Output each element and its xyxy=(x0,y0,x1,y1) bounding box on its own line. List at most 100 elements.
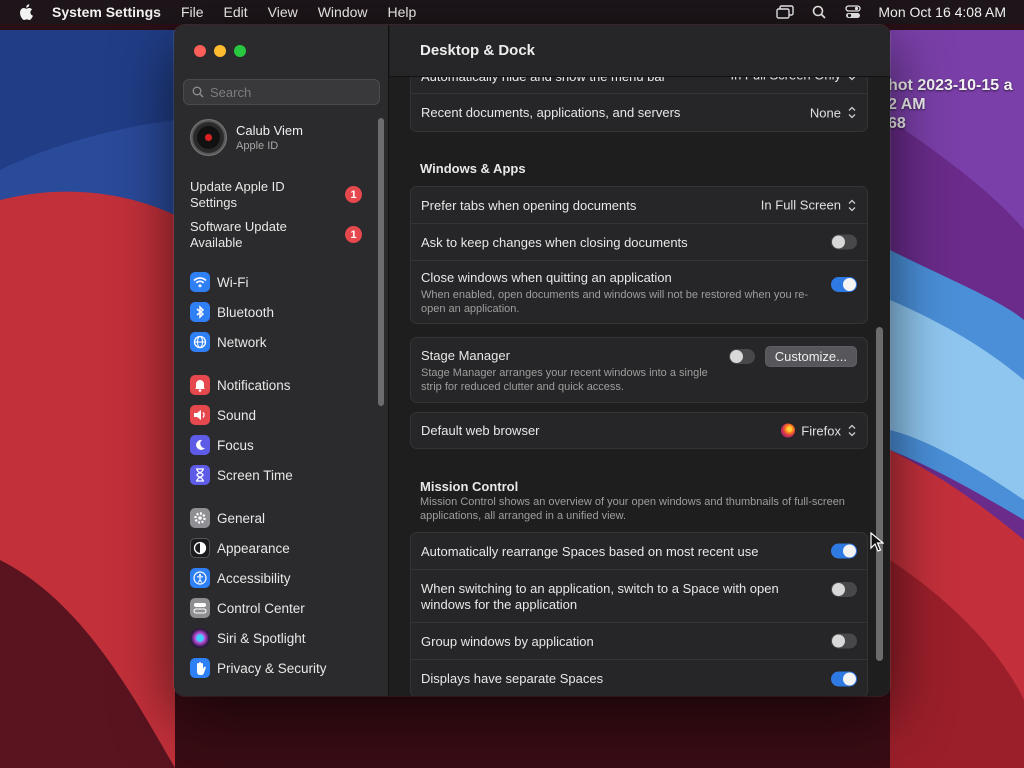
stage-manager-group: Stage Manager Stage Manager arranges you… xyxy=(410,337,868,403)
sidebar-item-bluetooth[interactable]: Bluetooth xyxy=(190,300,375,324)
bell-icon xyxy=(190,375,210,395)
sidebar-item-siri-spotlight[interactable]: Siri & Spotlight xyxy=(190,626,375,650)
stage-manager-toggle[interactable] xyxy=(728,349,755,364)
setting-row-close-windows[interactable]: Close windows when quitting an applicati… xyxy=(411,261,867,323)
windows-apps-group: Prefer tabs when opening documents In Fu… xyxy=(410,186,868,324)
separate-spaces-toggle[interactable] xyxy=(831,671,857,686)
search-input[interactable] xyxy=(210,84,370,100)
sidebar-item-focus[interactable]: Focus xyxy=(190,433,375,457)
menu-file[interactable]: File xyxy=(171,0,214,24)
menu-view[interactable]: View xyxy=(258,0,308,24)
ask-keep-changes-toggle[interactable] xyxy=(831,234,857,250)
sidebar-item-label: Bluetooth xyxy=(217,304,275,320)
mission-control-description: Mission Control shows an overview of you… xyxy=(420,496,845,522)
gear-icon xyxy=(190,508,210,528)
mission-control-group: Automatically rearrange Spaces based on … xyxy=(410,532,868,696)
popup-value: None xyxy=(809,105,841,120)
desktop-file-label[interactable]: hot 2023-10-15 a 2 AM 68 xyxy=(886,76,1024,136)
avatar xyxy=(190,119,227,156)
notification-badge: 1 xyxy=(345,186,362,203)
menu-app-name[interactable]: System Settings xyxy=(52,0,171,24)
sidebar-item-privacy-security[interactable]: Privacy & Security xyxy=(190,656,375,680)
menu-window[interactable]: Window xyxy=(308,0,378,24)
sidebar-item-notifications[interactable]: Notifications xyxy=(190,373,375,397)
zoom-window-button[interactable] xyxy=(234,45,246,57)
close-windows-toggle[interactable] xyxy=(831,277,857,292)
setting-row-default-browser[interactable]: Default web browser Firefox xyxy=(411,413,867,448)
screen-mirroring-icon[interactable] xyxy=(768,0,802,24)
control-center-icon xyxy=(190,598,210,618)
apple-id-account[interactable]: Calub Viem Apple ID xyxy=(190,119,303,156)
switch-space-toggle[interactable] xyxy=(831,582,857,597)
setting-label: Displays have separate Spaces xyxy=(421,671,604,686)
search-icon xyxy=(192,86,204,98)
window-controls xyxy=(194,45,246,57)
desktop-file-line3: 68 xyxy=(888,115,906,132)
spotlight-search-icon[interactable] xyxy=(802,0,836,24)
customize-button[interactable]: Customize... xyxy=(764,346,857,367)
setting-row-stage-manager[interactable]: Stage Manager Stage Manager arranges you… xyxy=(411,338,867,402)
software-update-notice[interactable]: Software Update Available 1 xyxy=(190,219,370,251)
sidebar-scrollbar[interactable] xyxy=(378,118,384,406)
settings-content: Desktop & Dock Automatically hide and sh… xyxy=(390,25,890,696)
setting-row-switch-space[interactable]: When switching to an application, switch… xyxy=(411,570,867,623)
sidebar-item-label: Control Center xyxy=(217,600,305,616)
popup-default-browser[interactable]: Firefox xyxy=(781,423,857,438)
sidebar-item-label: Privacy & Security xyxy=(217,660,327,676)
section-title-windows-apps: Windows & Apps xyxy=(420,161,526,176)
sidebar-item-network[interactable]: Network xyxy=(190,330,375,354)
mouse-cursor-icon xyxy=(870,531,885,557)
group-windows-toggle[interactable] xyxy=(831,633,857,649)
popup-prefer-tabs[interactable]: In Full Screen xyxy=(761,198,857,213)
popup-value: In Full Screen xyxy=(760,197,841,213)
update-apple-id-notice[interactable]: Update Apple ID Settings 1 xyxy=(190,179,370,211)
page-title: Desktop & Dock xyxy=(390,25,890,77)
sidebar-item-screen-time[interactable]: Screen Time xyxy=(190,463,375,487)
apple-menu-icon[interactable] xyxy=(0,4,52,20)
control-center-menu-icon[interactable] xyxy=(836,0,870,24)
menu-clock[interactable]: Mon Oct 16 4:08 AM xyxy=(870,4,1024,20)
menu-edit[interactable]: Edit xyxy=(214,0,258,24)
popup-recent-items[interactable]: None xyxy=(810,105,857,120)
setting-label: Close windows when quitting an applicati… xyxy=(421,270,672,285)
minimize-window-button[interactable] xyxy=(214,45,226,57)
firefox-icon xyxy=(781,423,796,438)
content-scrollbar[interactable] xyxy=(876,327,883,661)
globe-icon xyxy=(190,332,210,352)
hourglass-icon xyxy=(190,465,210,485)
sidebar-item-accessibility[interactable]: Accessibility xyxy=(190,566,375,590)
sidebar-item-label: Sound xyxy=(217,407,257,423)
sidebar-item-label: Screen Time xyxy=(217,467,293,483)
sidebar-item-label: Wi-Fi xyxy=(217,274,249,290)
notification-badge: 1 xyxy=(345,226,362,243)
setting-row-group-windows[interactable]: Group windows by application xyxy=(411,623,867,660)
sidebar-item-wifi[interactable]: Wi-Fi xyxy=(190,270,375,294)
notice-label: Software Update Available xyxy=(190,219,287,250)
setting-row-prefer-tabs[interactable]: Prefer tabs when opening documents In Fu… xyxy=(411,187,867,224)
close-window-button[interactable] xyxy=(194,45,206,57)
setting-row-rearrange-spaces[interactable]: Automatically rearrange Spaces based on … xyxy=(411,533,867,570)
menu-help[interactable]: Help xyxy=(378,0,427,24)
setting-row-recent-items[interactable]: Recent documents, applications, and serv… xyxy=(411,94,867,131)
sidebar-item-sound[interactable]: Sound xyxy=(190,403,375,427)
setting-row-ask-keep-changes[interactable]: Ask to keep changes when closing documen… xyxy=(411,224,867,261)
rearrange-spaces-toggle[interactable] xyxy=(831,543,857,559)
account-name: Calub Viem xyxy=(236,123,303,138)
chevron-updown-icon xyxy=(847,106,857,120)
menu-bar: System Settings File Edit View Window He… xyxy=(0,0,1024,24)
sidebar-item-general[interactable]: General xyxy=(190,506,375,530)
chevron-updown-icon xyxy=(847,198,857,212)
bluetooth-icon xyxy=(190,302,210,322)
sidebar-item-label: General xyxy=(217,510,266,526)
sidebar-item-appearance[interactable]: Appearance xyxy=(190,536,375,560)
setting-description: When enabled, open documents and windows… xyxy=(421,289,809,315)
sidebar-search[interactable] xyxy=(183,79,380,105)
setting-label: Automatically rearrange Spaces based on … xyxy=(421,544,759,559)
siri-icon xyxy=(190,628,210,648)
setting-label: Group windows by application xyxy=(421,634,594,649)
setting-row-separate-spaces[interactable]: Displays have separate Spaces xyxy=(411,660,867,696)
section-title-mission-control: Mission Control xyxy=(420,479,519,494)
moon-icon xyxy=(190,435,210,455)
sidebar-item-label: Focus xyxy=(217,437,254,453)
sidebar-item-control-center[interactable]: Control Center xyxy=(190,596,375,620)
